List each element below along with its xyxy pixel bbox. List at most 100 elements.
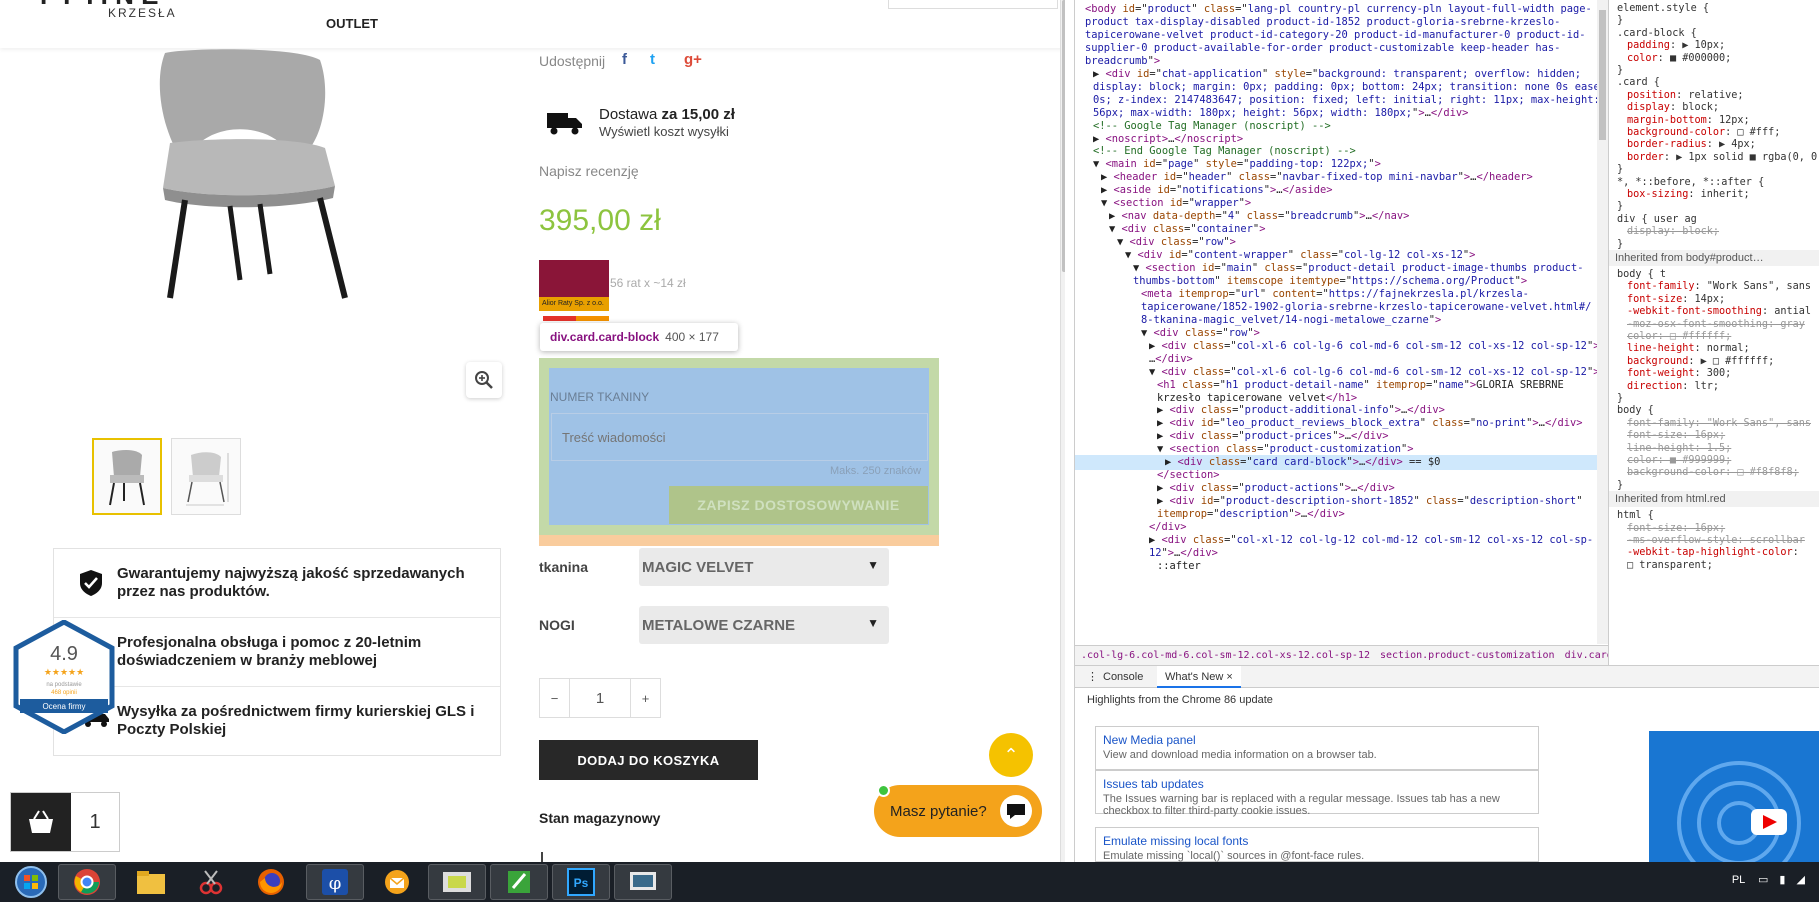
whats-new-video-thumbnail[interactable] bbox=[1649, 731, 1819, 885]
quantity-input[interactable]: 1 bbox=[570, 679, 630, 717]
quantity-decrease-button[interactable]: − bbox=[540, 679, 570, 717]
css-property[interactable]: line-height: normal; bbox=[1627, 342, 1819, 355]
css-property[interactable]: font-family: "Work Sans", sans bbox=[1627, 417, 1819, 430]
header-search-box[interactable] bbox=[888, 0, 1058, 9]
css-property[interactable]: -ms-overflow-style: scrollbar bbox=[1627, 534, 1819, 547]
css-rule-line[interactable]: } bbox=[1617, 479, 1819, 492]
write-review-link[interactable]: Napisz recenzję bbox=[539, 163, 639, 179]
css-property[interactable]: position: relative; bbox=[1627, 89, 1819, 102]
product-main-image[interactable] bbox=[145, 48, 435, 308]
guarantee-text: Gwarantujemy najwyższą jakość sprzedawan… bbox=[117, 565, 465, 600]
chat-widget-button[interactable]: Masz pytanie? bbox=[874, 785, 1042, 837]
css-property[interactable]: -moz-osx-font-smoothing: gray bbox=[1627, 318, 1819, 331]
inherited-header[interactable]: Inherited from html.red bbox=[1609, 491, 1819, 508]
thumbnail-2[interactable] bbox=[171, 438, 241, 515]
css-rule-line[interactable]: .card-block { bbox=[1617, 27, 1819, 40]
css-property[interactable]: margin-bottom: 12px; bbox=[1627, 114, 1819, 127]
elements-scrollbar[interactable] bbox=[1597, 0, 1608, 644]
tab-console[interactable]: Console bbox=[1095, 666, 1151, 688]
mail-app-icon[interactable] bbox=[368, 864, 426, 900]
css-rule-line[interactable]: div { user ag bbox=[1617, 213, 1819, 226]
elements-tree[interactable]: <body id="product" class="lang-pl countr… bbox=[1075, 0, 1608, 644]
close-icon[interactable]: × bbox=[1226, 671, 1232, 683]
css-property[interactable]: padding: ▶ 10px; bbox=[1627, 39, 1819, 52]
css-rule-line[interactable]: } bbox=[1617, 392, 1819, 405]
css-rule-line[interactable]: .card { bbox=[1617, 76, 1819, 89]
css-rule-line[interactable]: body { bbox=[1617, 404, 1819, 417]
company-rating-badge[interactable]: 4.9 ★★★★★ na podstawie 468 opinii Ocena … bbox=[12, 620, 116, 734]
inherited-header[interactable]: Inherited from body#product… bbox=[1609, 250, 1819, 266]
css-property[interactable]: font-size: 16px; bbox=[1627, 429, 1819, 442]
css-rule-line[interactable]: element.style { bbox=[1617, 2, 1819, 15]
page-scrollbar-thumb[interactable] bbox=[1062, 0, 1065, 272]
css-property[interactable]: color: ■ #000000; bbox=[1627, 52, 1819, 65]
delivery-cost-link[interactable]: Wyświetl koszt wysyłki bbox=[599, 124, 729, 139]
save-customization-button[interactable]: ZAPISZ DOSTOSOWYWANIE bbox=[669, 486, 928, 524]
start-orb[interactable] bbox=[2, 864, 60, 900]
language-indicator[interactable]: PL bbox=[1732, 874, 1745, 886]
chevron-up-icon: ⌃ bbox=[1003, 744, 1019, 765]
whats-new-card[interactable]: Emulate missing local fonts Emulate missi… bbox=[1095, 827, 1539, 862]
add-to-cart-button[interactable]: DODAJ DO KOSZYKA bbox=[539, 740, 758, 780]
legs-select[interactable]: METALOWE CZARNE ▼ bbox=[639, 606, 889, 644]
css-property[interactable]: box-sizing: inherit; bbox=[1627, 188, 1819, 201]
css-property[interactable]: font-family: "Work Sans", sans bbox=[1627, 280, 1819, 293]
notes-app-icon[interactable] bbox=[490, 864, 548, 900]
breadcrumb-item[interactable]: section.product-customization bbox=[1380, 650, 1555, 661]
elements-scrollbar-thumb[interactable] bbox=[1599, 10, 1606, 140]
battery-icon[interactable]: ▭ bbox=[1758, 874, 1768, 886]
fabric-select[interactable]: MAGIC VELVET ▼ bbox=[639, 548, 889, 586]
quantity-increase-button[interactable]: + bbox=[630, 679, 660, 717]
monitor-app-icon[interactable] bbox=[614, 864, 672, 900]
css-property[interactable]: direction: ltr; bbox=[1627, 380, 1819, 393]
css-property[interactable]: background-color: □ #f8f8f8; bbox=[1627, 466, 1819, 479]
twitter-icon[interactable]: t bbox=[650, 51, 655, 68]
css-rule-line[interactable]: } bbox=[1617, 163, 1819, 176]
css-rule-line[interactable]: html { bbox=[1617, 509, 1819, 522]
css-property[interactable]: color: □ #ffffff; bbox=[1627, 330, 1819, 343]
css-rule-line[interactable]: } bbox=[1617, 200, 1819, 213]
css-property[interactable]: □ transparent; bbox=[1627, 559, 1819, 572]
css-property[interactable]: font-weight: 300; bbox=[1627, 367, 1819, 380]
css-property[interactable]: display: block; bbox=[1627, 225, 1819, 238]
styles-pane[interactable]: element.style {} .card-block {padding: ▶ … bbox=[1608, 0, 1819, 665]
css-property[interactable]: color: ■ #999999; bbox=[1627, 454, 1819, 467]
whats-new-card[interactable]: Issues tab updates The Issues warning bar… bbox=[1095, 770, 1539, 817]
network-icon[interactable]: ▮ bbox=[1779, 874, 1785, 886]
css-property[interactable]: border: ▶ 1px solid ■ rgba(0, 0 bbox=[1627, 151, 1819, 164]
zoom-button[interactable] bbox=[466, 362, 502, 398]
css-rule-line[interactable]: } bbox=[1617, 238, 1819, 251]
css-property[interactable]: -webkit-tap-highlight-color: bbox=[1627, 546, 1819, 559]
facebook-icon[interactable]: f bbox=[622, 51, 627, 68]
css-rule-line[interactable]: } bbox=[1617, 14, 1819, 27]
whats-new-card[interactable]: New Media panel View and download media i… bbox=[1095, 726, 1539, 770]
floating-cart[interactable]: 1 bbox=[10, 792, 120, 852]
dom-node-line[interactable]: ::after bbox=[1075, 559, 1608, 574]
firefox-icon[interactable] bbox=[242, 864, 300, 900]
css-property[interactable]: font-size: 14px; bbox=[1627, 293, 1819, 306]
photoshop-icon[interactable]: Ps bbox=[552, 864, 610, 900]
fabric-number-input[interactable] bbox=[551, 413, 928, 461]
css-property[interactable]: font-size: 16px; bbox=[1627, 522, 1819, 535]
thumbnail-1[interactable] bbox=[92, 438, 162, 515]
scroll-to-top-button[interactable]: ⌃ bbox=[989, 733, 1033, 777]
breadcrumb-item[interactable]: .col-lg-6.col-md-6.col-sm-12.col-xs-12.c… bbox=[1081, 650, 1370, 661]
css-property[interactable]: -webkit-font-smoothing: antial bbox=[1627, 305, 1819, 318]
window-app-icon[interactable] bbox=[428, 864, 486, 900]
google-plus-icon[interactable]: g+ bbox=[684, 51, 702, 68]
css-property[interactable]: background-color: □ #fff; bbox=[1627, 126, 1819, 139]
css-property[interactable]: line-height: 1.5; bbox=[1627, 442, 1819, 455]
css-rule-line[interactable]: *, *::before, *::after { bbox=[1617, 176, 1819, 189]
tab-whats-new[interactable]: What's New × bbox=[1157, 666, 1241, 688]
css-rule-line[interactable]: body { t bbox=[1617, 268, 1819, 281]
nav-outlet-link[interactable]: OUTLET bbox=[326, 16, 378, 31]
css-property[interactable]: display: block; bbox=[1627, 101, 1819, 114]
phi-app-icon[interactable]: φ bbox=[306, 864, 364, 900]
css-property[interactable]: background: ▶ □ #ffffff; bbox=[1627, 355, 1819, 368]
css-property[interactable]: border-radius: ▶ 4px; bbox=[1627, 138, 1819, 151]
file-explorer-icon[interactable] bbox=[122, 864, 180, 900]
chrome-taskbar-icon[interactable] bbox=[58, 864, 116, 900]
snipping-tool-icon[interactable] bbox=[182, 864, 240, 900]
volume-icon[interactable]: ◢ bbox=[1797, 874, 1805, 886]
css-rule-line[interactable]: } bbox=[1617, 64, 1819, 77]
